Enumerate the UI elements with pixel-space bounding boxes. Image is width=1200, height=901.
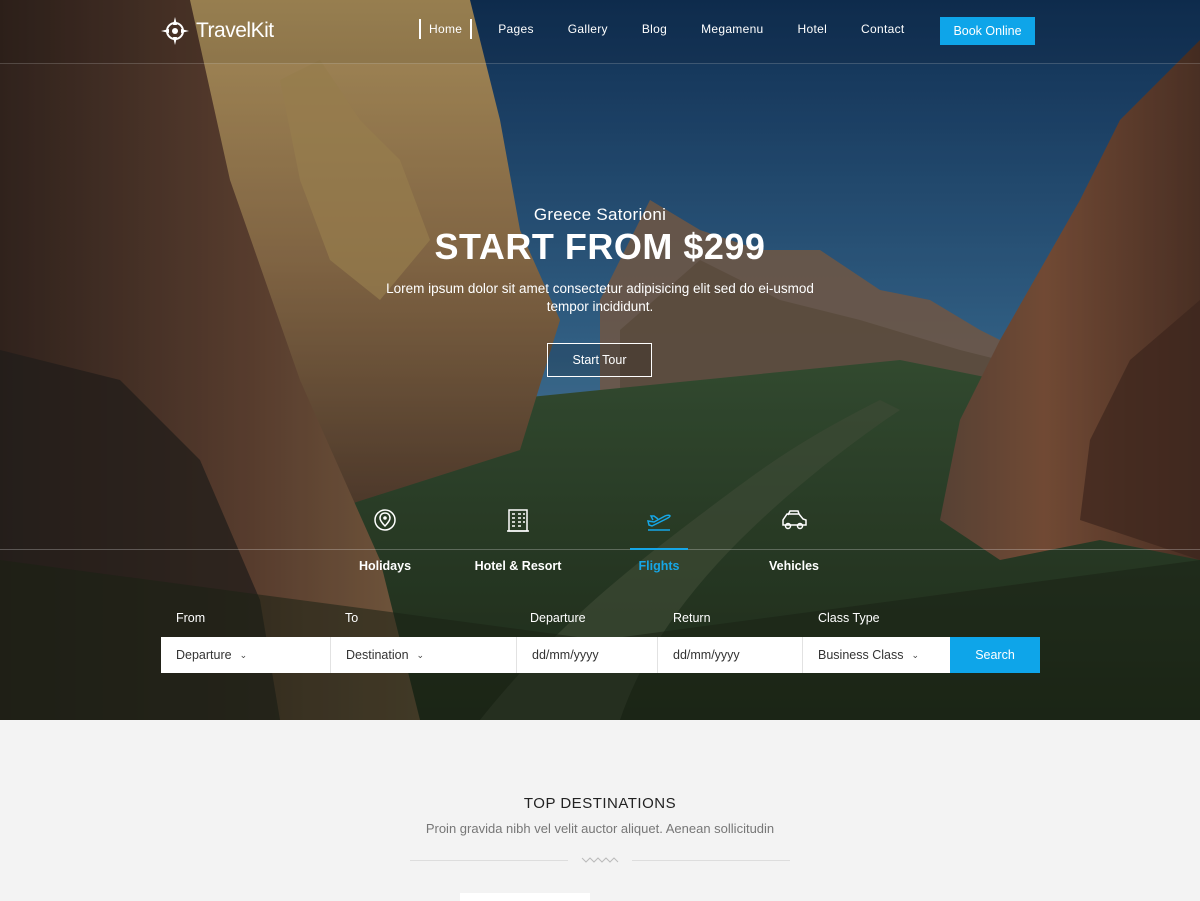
tab-vehicles[interactable]: Vehicles — [729, 505, 859, 573]
divider-right — [632, 860, 790, 861]
car-icon — [782, 510, 807, 530]
site-header: TravelKit Home Pages Gallery Blog Megame… — [0, 0, 1200, 64]
to-label: To — [345, 611, 359, 625]
nav-contact[interactable]: Contact — [853, 18, 912, 40]
compass-icon — [161, 17, 189, 45]
from-select-value: Departure — [176, 648, 232, 662]
tab-hotel-resort[interactable]: Hotel & Resort — [453, 505, 583, 573]
nav-gallery[interactable]: Gallery — [560, 18, 616, 40]
tab-holidays[interactable]: Holidays — [320, 505, 450, 573]
search-button[interactable]: Search — [950, 637, 1040, 673]
chevron-down-icon: ⌄ — [911, 649, 919, 660]
tab-flights[interactable]: Flights — [594, 505, 724, 573]
nav-hotel[interactable]: Hotel — [790, 18, 836, 40]
to-select[interactable]: Destination ⌄ — [331, 637, 517, 673]
return-label: Return — [673, 611, 711, 625]
return-date-input[interactable]: dd/mm/yyyy — [658, 637, 803, 673]
nav-blog[interactable]: Blog — [634, 18, 675, 40]
active-tab-indicator — [630, 548, 688, 550]
tab-flights-label: Flights — [638, 559, 680, 573]
departure-date-input[interactable]: dd/mm/yyyy — [517, 637, 658, 673]
hero-description: Lorem ipsum dolor sit amet consectetur a… — [386, 281, 814, 314]
from-label: From — [176, 611, 206, 625]
section-subtitle: Proin gravida nibh vel velit auctor aliq… — [425, 821, 775, 836]
nav-home[interactable]: Home — [419, 19, 473, 39]
tab-vehicles-label: Vehicles — [768, 559, 820, 573]
nav-megamenu[interactable]: Megamenu — [693, 18, 771, 40]
from-select[interactable]: Departure ⌄ — [161, 637, 331, 673]
map-pin-icon — [374, 509, 396, 531]
return-date-value: dd/mm/yyyy — [673, 648, 740, 662]
hero-subtitle: Greece Satorioni — [533, 205, 667, 224]
tab-holidays-label: Holidays — [358, 559, 412, 573]
to-select-value: Destination — [346, 648, 409, 662]
logo[interactable]: TravelKit — [160, 16, 274, 46]
main-nav: Home Pages Gallery Blog Megamenu Hotel C… — [419, 18, 931, 40]
airplane-icon — [646, 514, 671, 531]
chevron-down-icon: ⌄ — [416, 649, 425, 660]
class-type-label: Class Type — [818, 611, 880, 625]
chevron-down-icon: ⌄ — [239, 649, 248, 660]
building-icon — [507, 509, 529, 532]
wave-divider-icon — [581, 857, 619, 863]
class-type-select[interactable]: Business Class ⌄ — [803, 637, 950, 673]
start-tour-button[interactable]: Start Tour — [547, 343, 652, 377]
hero-title: START FROM $299 — [434, 226, 766, 267]
nav-pages[interactable]: Pages — [490, 18, 542, 40]
brand-name: TravelKit — [196, 19, 274, 42]
tab-hotel-resort-label: Hotel & Resort — [474, 559, 562, 573]
section-title: TOP DESTINATIONS — [523, 795, 677, 812]
departure-date-value: dd/mm/yyyy — [532, 648, 599, 662]
departure-label: Departure — [530, 611, 586, 625]
book-online-button[interactable]: Book Online — [940, 17, 1035, 45]
divider-left — [410, 860, 568, 861]
class-type-value: Business Class — [818, 648, 904, 662]
